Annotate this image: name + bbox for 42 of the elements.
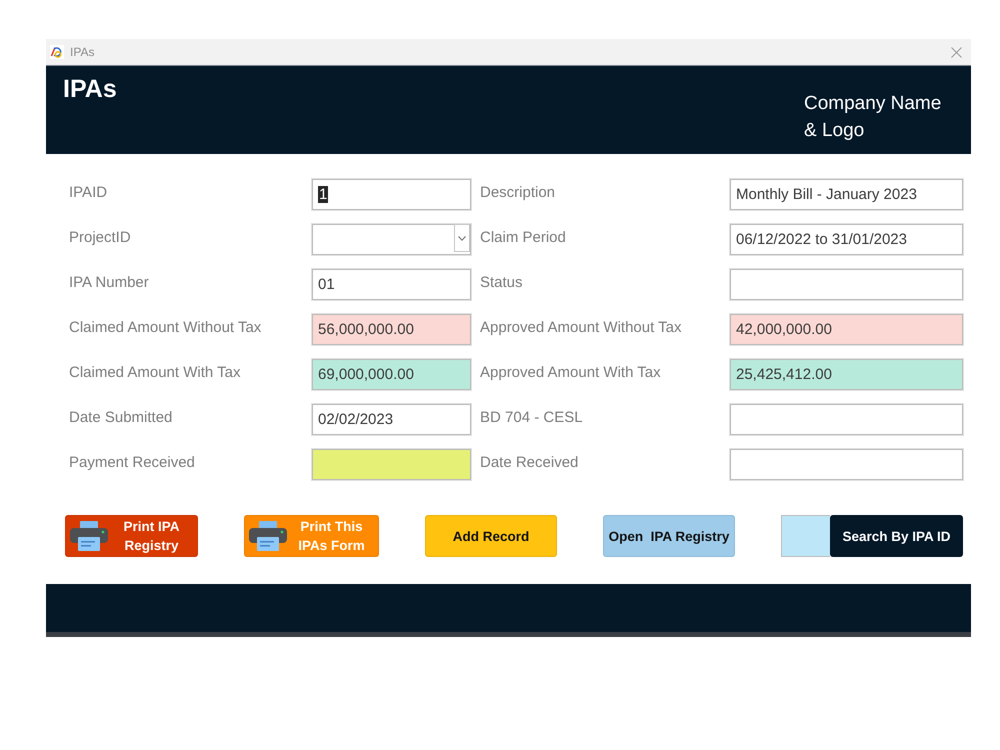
field-label: ProjectID [69, 228, 131, 247]
dropdown-button[interactable] [454, 224, 470, 252]
print-button[interactable]: Print IPA Registry [65, 515, 198, 557]
input-field[interactable]: 1 [312, 179, 471, 210]
field-label: IPAID [69, 183, 108, 202]
search-button[interactable]: Search By IPA ID [830, 515, 963, 557]
search-field[interactable] [781, 515, 830, 557]
field-label: Date Submitted [69, 408, 172, 427]
input-field[interactable]: 69,000,000.00 [312, 359, 471, 390]
app-logo-icon [50, 45, 64, 59]
input-field[interactable] [730, 269, 963, 300]
close-icon[interactable] [951, 46, 962, 58]
input-field[interactable]: 25,425,412.00 [730, 359, 963, 390]
chevron-down-icon [458, 236, 466, 240]
field-label: IPA Number [69, 273, 149, 292]
input-field[interactable] [730, 404, 963, 435]
input-field[interactable]: 42,000,000.00 [730, 314, 963, 345]
field-label: Claimed Amount With Tax [69, 363, 240, 382]
field-label: Approved Amount Without Tax [480, 318, 682, 337]
input-field[interactable]: 56,000,000.00 [312, 314, 471, 345]
field-label: Date Received [480, 453, 578, 472]
form-title: IPAs [63, 74, 117, 104]
window-title: IPAs [70, 45, 96, 59]
dropdown-field[interactable] [312, 224, 471, 255]
input-field[interactable] [730, 449, 963, 480]
field-label: BD 704 - CESL [480, 408, 583, 427]
input-field[interactable]: 02/02/2023 [312, 404, 471, 435]
action-button[interactable]: Open IPA Registry [603, 515, 735, 557]
input-field[interactable]: Monthly Bill - January 2023 [730, 179, 963, 210]
field-label: Claimed Amount Without Tax [69, 318, 262, 337]
field-label: Payment Received [69, 453, 195, 472]
field-label: Claim Period [480, 228, 566, 247]
field-label: Approved Amount With Tax [480, 363, 661, 382]
printer-icon [70, 521, 108, 551]
printer-icon [249, 521, 287, 551]
company-name: Company Name & Logo [804, 92, 942, 143]
field-label: Status [480, 273, 523, 292]
input-field[interactable]: 06/12/2022 to 31/01/2023 [730, 224, 963, 255]
input-field[interactable]: 01 [312, 269, 471, 300]
field-label: Description [480, 183, 556, 202]
input-field[interactable] [312, 449, 471, 480]
action-button[interactable]: Add Record [425, 515, 557, 557]
